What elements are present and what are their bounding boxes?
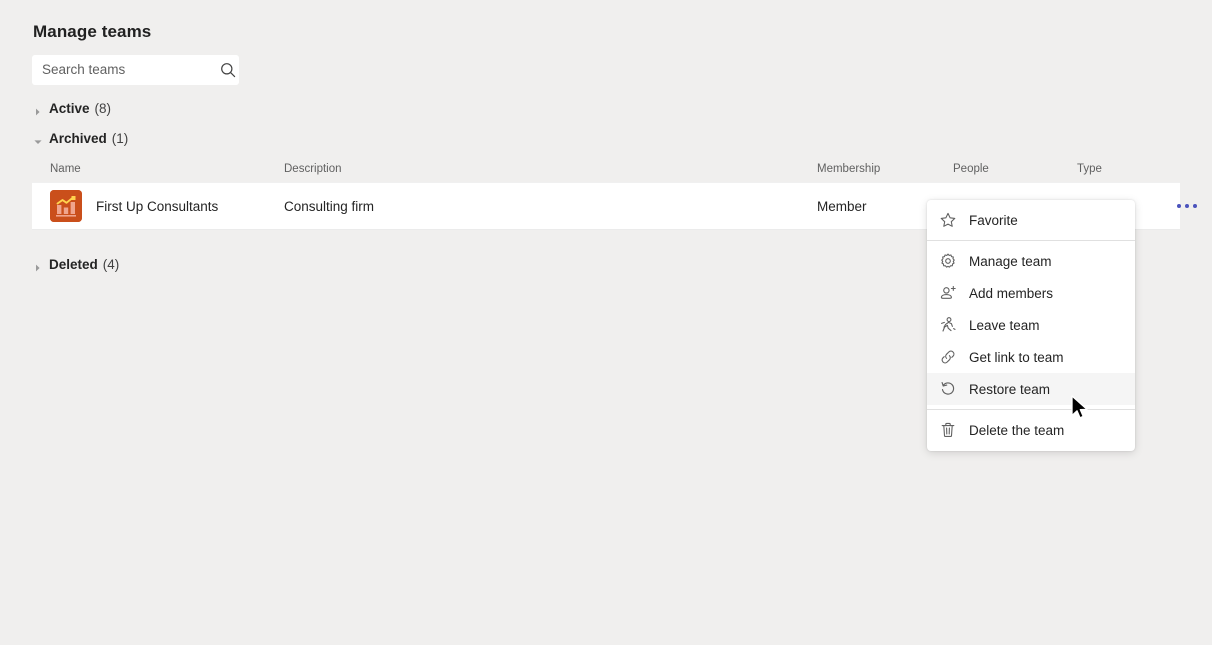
menu-item-restore-team[interactable]: Restore team (927, 373, 1135, 405)
team-name-cell: First Up Consultants (50, 190, 284, 222)
table-header-row: Name Description Membership People Type (32, 156, 1180, 182)
group-count-active: (8) (94, 100, 112, 116)
column-header-type: Type (1077, 163, 1102, 175)
chevron-right-icon (33, 104, 43, 116)
gear-icon (939, 252, 957, 270)
menu-separator (927, 240, 1135, 241)
column-header-people: People (953, 163, 989, 175)
ellipsis-icon (1177, 204, 1197, 208)
chevron-down-icon (33, 134, 43, 144)
team-context-menu[interactable]: Favorite Manage team Add members Leave t… (927, 200, 1135, 451)
chart-growth-avatar-icon (50, 190, 82, 222)
menu-item-label: Get link to team (969, 349, 1064, 365)
team-description-cell: Consulting firm (284, 198, 375, 214)
menu-item-label: Add members (969, 285, 1054, 301)
team-name-label: First Up Consultants (96, 198, 219, 214)
page-title: Manage teams (33, 22, 152, 41)
menu-item-leave-team[interactable]: Leave team (927, 309, 1135, 341)
column-header-name: Name (50, 163, 81, 175)
group-header-active[interactable]: Active (8) (33, 99, 111, 117)
menu-item-label: Restore team (969, 381, 1051, 397)
menu-item-favorite[interactable]: Favorite (927, 204, 1135, 236)
trash-icon (939, 421, 957, 439)
restore-arrow-icon (939, 380, 957, 398)
search-teams-box[interactable] (32, 55, 239, 85)
menu-item-get-link-to-team[interactable]: Get link to team (927, 341, 1135, 373)
menu-item-manage-team[interactable]: Manage team (927, 245, 1135, 277)
menu-item-label: Manage team (969, 253, 1052, 269)
group-header-deleted[interactable]: Deleted (4) (33, 255, 119, 273)
menu-item-label: Delete the team (969, 422, 1065, 438)
menu-item-label: Leave team (969, 317, 1040, 333)
group-count-archived: (1) (111, 130, 129, 146)
menu-item-delete-the-team[interactable]: Delete the team (927, 414, 1135, 446)
star-icon (939, 211, 957, 229)
group-count-deleted: (4) (102, 256, 120, 272)
menu-item-label: Favorite (969, 212, 1018, 228)
chevron-right-icon (33, 260, 43, 272)
link-icon (939, 348, 957, 366)
column-header-description: Description (284, 163, 342, 175)
menu-separator (927, 409, 1135, 410)
search-input[interactable] (42, 56, 219, 84)
menu-item-add-members[interactable]: Add members (927, 277, 1135, 309)
group-label-archived: Archived (49, 130, 107, 146)
group-header-archived[interactable]: Archived (1) (33, 129, 128, 147)
group-label-active: Active (49, 100, 90, 116)
person-add-icon (939, 284, 957, 302)
person-leave-icon (939, 316, 957, 334)
group-label-deleted: Deleted (49, 256, 98, 272)
search-icon[interactable] (219, 61, 237, 79)
column-header-membership: Membership (817, 163, 881, 175)
more-options-button[interactable] (1177, 190, 1197, 222)
